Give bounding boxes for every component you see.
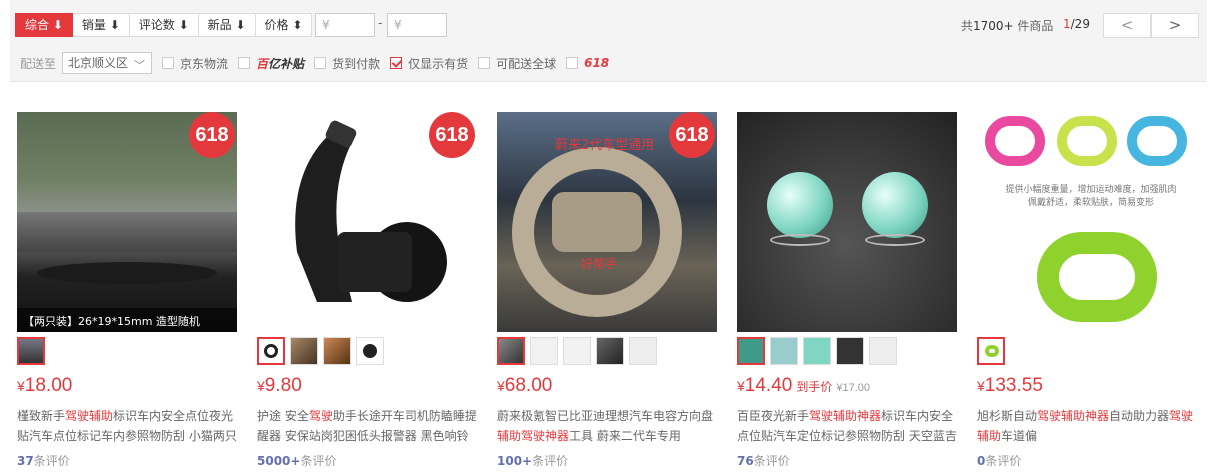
yibu-logo: 百亿补贴 <box>256 56 305 71</box>
next-page-button[interactable]: > <box>1151 13 1199 38</box>
product-card[interactable]: 618 ¥9.80 护途 安全驾驶助手长途开车司机防瞌睡提醒器 安保站岗犯困低头… <box>257 110 479 473</box>
product-title[interactable]: 槿致新手驾驶辅助标识车内安全点位夜光贴汽车点位标记车内参照物防刮 小猫两只 <box>17 406 239 446</box>
review-count[interactable]: 100+条评价 <box>497 452 568 469</box>
thumbnail[interactable] <box>869 337 897 365</box>
sort-price[interactable]: 价格 ⬍ <box>255 13 313 37</box>
sort-reviews[interactable]: 评论数 ⬇ <box>129 13 199 37</box>
filter-618[interactable]: 618 <box>566 56 609 70</box>
product-card[interactable]: 【两只装】26*19*15mm 造型随机 618 ¥18.00 槿致新手驾驶辅助… <box>17 110 239 473</box>
filter-options: 配送至 北京顺义区 ﹀ 京东物流 百亿补贴 货到付款 仅显示有货 可配送全球 61… <box>20 52 609 74</box>
original-price: ¥17.00 <box>836 382 871 394</box>
product-card[interactable]: ¥14.40 到手价 ¥17.00 百臣夜光新手驾驶辅助神器标识车内安全点位贴汽车定… <box>737 110 959 473</box>
ship-to-label: 配送至 <box>20 56 57 71</box>
product-card[interactable]: 蔚来2代车型通用 好帮手 618 ¥68.00 蔚来极氪智已比亚迪理想汽车电容方… <box>497 110 719 473</box>
sort-sales[interactable]: 销量 ⬇ <box>72 13 130 37</box>
thumbnail[interactable] <box>323 337 351 365</box>
thumbnail[interactable] <box>530 337 558 365</box>
checkbox[interactable] <box>478 57 491 69</box>
filter-cod[interactable]: 货到付款 <box>314 55 380 72</box>
chevron-down-icon: ﹀ <box>134 59 146 72</box>
product-title[interactable]: 蔚来极氪智已比亚迪理想汽车电容方向盘辅助驾驶神器工具 蔚来二代车专用 <box>497 406 719 446</box>
thumbnail[interactable] <box>596 337 624 365</box>
thumbnail[interactable] <box>257 337 285 365</box>
location-select[interactable]: 北京顺义区 ﹀ <box>62 52 153 74</box>
thumbnail[interactable] <box>629 337 657 365</box>
sort-new[interactable]: 新品 ⬇ <box>198 13 256 37</box>
thumbnail-strip <box>257 337 384 365</box>
price-min-input[interactable]: ¥ <box>315 13 375 37</box>
thumbnail-strip <box>737 337 897 365</box>
thumbnail-strip <box>17 337 45 365</box>
thumbnail[interactable] <box>17 337 45 365</box>
checkbox[interactable] <box>314 57 327 69</box>
product-title[interactable]: 护途 安全驾驶助手长途开车司机防瞌睡提醒器 安保站岗犯困低头报警器 黑色响铃 <box>257 406 479 446</box>
review-count[interactable]: 0条评价 <box>977 452 1021 469</box>
checkbox[interactable] <box>238 57 251 69</box>
thumbnail[interactable] <box>977 337 1005 365</box>
prev-page-button[interactable]: < <box>1103 13 1151 38</box>
checkbox-checked[interactable] <box>390 57 403 69</box>
thumbnail[interactable] <box>563 337 591 365</box>
final-price-label: 到手价 <box>796 380 833 394</box>
sort-tabs: 综合 ⬇ 销量 ⬇ 评论数 ⬇ 新品 ⬇ 价格 ⬍ <box>15 13 313 37</box>
price: ¥133.55 <box>977 375 1043 396</box>
checkbox[interactable] <box>566 57 579 69</box>
product-title[interactable]: 旭杉斯自动驾驶辅助神器自动助力器驾驶辅助车道偏 <box>977 406 1199 446</box>
thumbnail[interactable] <box>290 337 318 365</box>
image-caption: 提供小幅度重量，增加运动难度，加强肌肉 佩戴舒适，柔软贴肤，简易变形 <box>1005 185 1177 208</box>
filter-jd-logistics[interactable]: 京东物流 <box>162 55 228 72</box>
thumbnail[interactable] <box>836 337 864 365</box>
price: ¥68.00 <box>497 375 553 396</box>
thumbnail[interactable] <box>356 337 384 365</box>
sort-comprehensive[interactable]: 综合 ⬇ <box>15 13 73 37</box>
checkbox[interactable] <box>162 57 175 69</box>
filter-in-stock[interactable]: 仅显示有货 <box>390 55 468 72</box>
thumbnail-strip <box>977 337 1005 365</box>
product-image[interactable]: 提供小幅度重量，增加运动难度，加强肌肉 佩戴舒适，柔软贴肤，简易变形 <box>977 112 1197 332</box>
price-max-input[interactable]: ¥ <box>387 13 447 37</box>
page-indicator: 1/29 <box>1063 17 1090 31</box>
badge-618: 618 <box>669 112 715 158</box>
image-caption-2: 好帮手 <box>581 257 618 271</box>
result-count: 共1700+ 件商品 <box>961 19 1054 33</box>
image-caption: 【两只装】26*19*15mm 造型随机 <box>23 315 200 328</box>
review-count[interactable]: 5000+条评价 <box>257 452 336 469</box>
review-count[interactable]: 76条评价 <box>737 452 790 469</box>
review-count[interactable]: 37条评价 <box>17 452 70 469</box>
thumbnail[interactable] <box>770 337 798 365</box>
price: ¥18.00 <box>17 375 73 396</box>
thumbnail[interactable] <box>737 337 765 365</box>
price: ¥9.80 <box>257 375 302 396</box>
price-separator: - <box>378 16 383 30</box>
thumbnail[interactable] <box>803 337 831 365</box>
product-card[interactable]: 提供小幅度重量，增加运动难度，加强肌肉 佩戴舒适，柔软贴肤，简易变形 ¥133.… <box>977 110 1199 473</box>
badge-618: 618 <box>429 112 475 158</box>
filter-yibu[interactable]: 百亿补贴 <box>238 55 304 72</box>
thumbnail-strip <box>497 337 657 365</box>
product-title[interactable]: 百臣夜光新手驾驶辅助神器标识车内安全点位贴汽车定位标记参照物防刮 天空蓝吉 <box>737 406 959 446</box>
thumbnail[interactable] <box>497 337 525 365</box>
product-image[interactable] <box>737 112 957 332</box>
badge-618: 618 <box>189 112 235 158</box>
filter-global[interactable]: 可配送全球 <box>478 55 556 72</box>
image-caption: 蔚来2代车型通用 <box>555 138 655 153</box>
price: ¥14.40 到手价 ¥17.00 <box>737 375 871 396</box>
